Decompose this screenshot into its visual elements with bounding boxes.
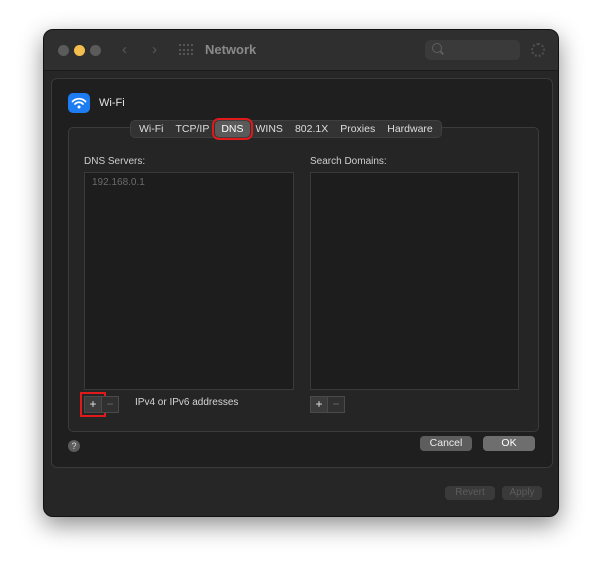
dns-servers-list[interactable]: 192.168.0.1 — [84, 172, 294, 390]
network-window: ‹ › Network Wi-Fi Wi-Fi TCP/IP DNS WINS — [43, 29, 559, 517]
help-button[interactable]: ? — [68, 440, 80, 452]
settings-tabs: Wi-Fi TCP/IP DNS WINS 802.1X Proxies Har… — [130, 118, 442, 140]
ok-button[interactable]: OK — [483, 436, 535, 451]
close-window-button[interactable] — [58, 45, 69, 56]
wifi-icon — [68, 93, 90, 113]
zoom-window-button[interactable] — [90, 45, 101, 56]
tab-hardware[interactable]: Hardware — [381, 121, 439, 137]
revert-button[interactable]: Revert — [445, 486, 495, 500]
window-title: Network — [205, 42, 257, 57]
apply-button[interactable]: Apply — [502, 486, 542, 500]
tab-tcpip[interactable]: TCP/IP — [170, 121, 216, 137]
add-search-domain-button[interactable]: + — [310, 396, 328, 413]
gear-icon[interactable] — [531, 43, 545, 57]
add-dns-server-button[interactable]: + — [80, 392, 106, 417]
interface-name: Wi-Fi — [99, 97, 125, 109]
grid-icon[interactable] — [179, 44, 193, 56]
search-input[interactable] — [425, 40, 520, 60]
minimize-window-button[interactable] — [74, 45, 85, 56]
forward-arrow-icon[interactable]: › — [152, 41, 157, 58]
tab-proxies[interactable]: Proxies — [334, 121, 381, 137]
advanced-settings-sheet: Wi-Fi Wi-Fi TCP/IP DNS WINS 802.1X Proxi… — [51, 78, 553, 468]
tab-wins[interactable]: WINS — [250, 121, 289, 137]
tab-dns[interactable]: DNS — [212, 118, 253, 140]
address-hint: IPv4 or IPv6 addresses — [135, 397, 239, 408]
title-bar: ‹ › Network — [44, 30, 558, 71]
list-item[interactable]: 192.168.0.1 — [92, 177, 145, 188]
search-icon — [432, 43, 442, 53]
cancel-button[interactable]: Cancel — [420, 436, 472, 451]
back-arrow-icon[interactable]: ‹ — [122, 41, 127, 58]
tab-wifi[interactable]: Wi-Fi — [133, 121, 170, 137]
tab-8021x[interactable]: 802.1X — [289, 121, 334, 137]
remove-search-domain-button[interactable]: − — [327, 396, 345, 413]
remove-dns-server-button[interactable]: − — [101, 396, 119, 413]
search-domains-label: Search Domains: — [310, 156, 387, 167]
dns-servers-label: DNS Servers: — [84, 156, 146, 167]
search-domains-list[interactable] — [310, 172, 519, 390]
